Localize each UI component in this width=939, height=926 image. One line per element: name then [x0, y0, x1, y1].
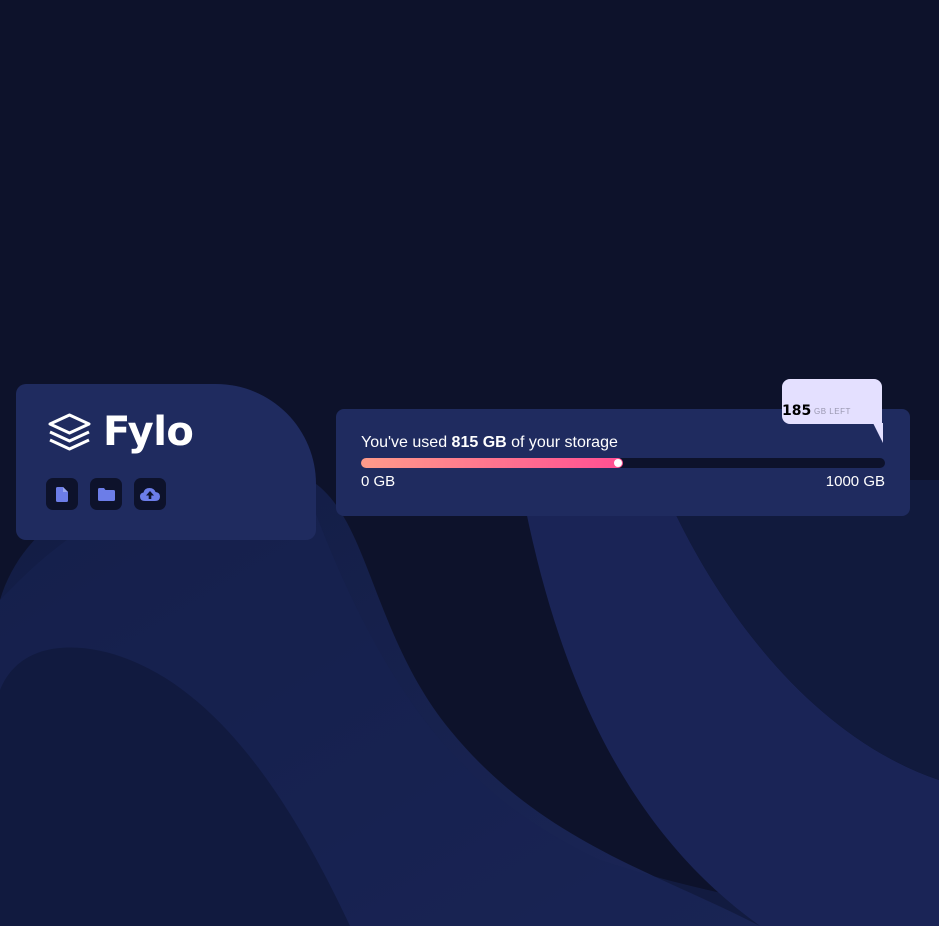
upload-icon: [140, 488, 160, 501]
brand-logo: Fylo: [46, 409, 194, 455]
storage-card: You've used 815 GB of your storage 0 GB …: [336, 409, 910, 516]
brand-name: Fylo: [103, 409, 194, 455]
file-icon: [56, 486, 68, 502]
folder-button[interactable]: [90, 478, 122, 510]
folder-icon: [97, 487, 115, 501]
remaining-storage-bubble: 185 GB LEFT: [782, 379, 883, 443]
stacked-layers-icon: [48, 413, 91, 451]
upload-button[interactable]: [134, 478, 166, 510]
storage-usage-text: You've used 815 GB of your storage: [361, 434, 618, 452]
usage-suffix: of your storage: [506, 434, 618, 451]
storage-meter: [361, 458, 885, 468]
usage-prefix: You've used: [361, 434, 452, 451]
bubble-tail: [873, 423, 883, 443]
remaining-unit: GB LEFT: [814, 407, 851, 416]
scale-max-label: 1000 GB: [825, 473, 885, 490]
scale-min-label: 0 GB: [361, 473, 396, 490]
storage-meter-fill: [361, 458, 623, 468]
toolbar: [46, 478, 166, 510]
usage-value: 815 GB: [451, 434, 507, 451]
logo-card: Fylo: [16, 384, 316, 540]
storage-meter-knob: [614, 459, 622, 467]
file-button[interactable]: [46, 478, 78, 510]
remaining-value: 185: [782, 403, 812, 419]
fylo-page: Fylo You've used 815 GB of your storage …: [0, 0, 939, 926]
